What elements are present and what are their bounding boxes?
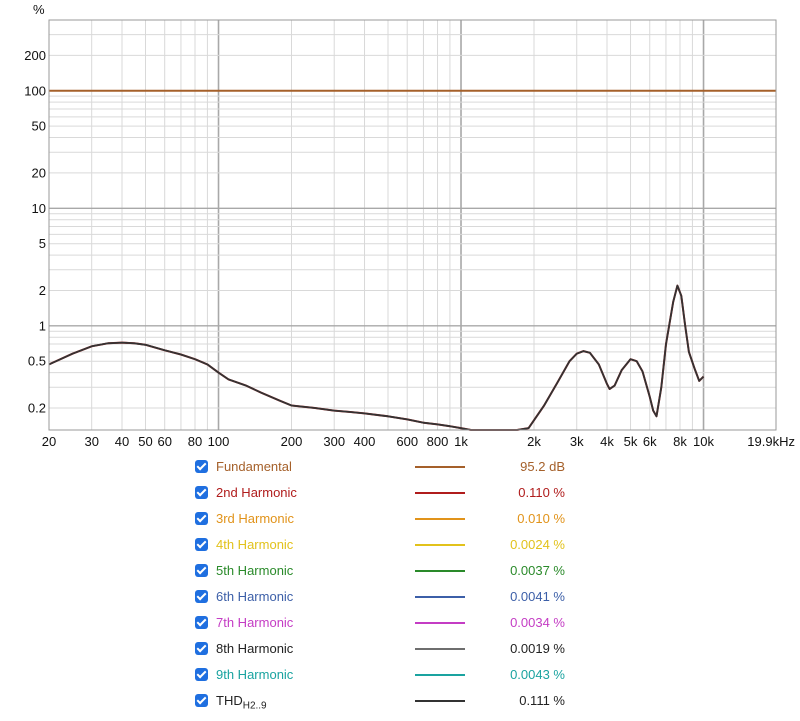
- legend-value: 0.0037 %: [510, 563, 565, 578]
- y-tick-label: 2: [39, 283, 46, 298]
- legend-swatch: [415, 648, 465, 650]
- y-tick-label: 50: [32, 119, 46, 134]
- legend-value: 0.010 %: [517, 511, 565, 526]
- y-tick-label: 1: [39, 318, 46, 333]
- legend-checkbox[interactable]: [195, 642, 208, 655]
- x-tick-label: 60: [157, 434, 171, 449]
- y-tick-label: 10: [32, 201, 46, 216]
- legend-label: 3rd Harmonic: [216, 511, 295, 526]
- legend-value: 0.110 %: [518, 485, 565, 500]
- legend-item-5th-harmonic: 5th Harmonic 0.0037 %: [195, 560, 615, 586]
- legend-label: 2nd Harmonic: [216, 485, 297, 500]
- legend-label: 5th Harmonic: [216, 563, 294, 578]
- legend-label: 4th Harmonic: [216, 537, 294, 552]
- x-tick-label: 1k: [454, 434, 468, 449]
- x-tick-label: 80: [188, 434, 202, 449]
- y-tick-label: 0.2: [28, 401, 46, 416]
- y-tick-label: 100: [24, 83, 46, 98]
- legend-value: 0.0041 %: [510, 589, 565, 604]
- x-tick-label: 4k: [600, 434, 614, 449]
- legend-item-9th-harmonic: 9th Harmonic 0.0043 %: [195, 664, 615, 690]
- legend-checkbox[interactable]: [195, 486, 208, 499]
- legend-checkbox[interactable]: [195, 668, 208, 681]
- x-tick-label: 50: [138, 434, 152, 449]
- y-tick-label: 0.5: [28, 354, 46, 369]
- x-tick-label: 10k: [693, 434, 714, 449]
- legend-label: 6th Harmonic: [216, 589, 294, 604]
- x-tick-label: 300: [323, 434, 345, 449]
- legend-value: 0.0043 %: [510, 667, 565, 682]
- legend: Fundamental 95.2 dB 2nd Harmonic 0.110 % 3rd…: [195, 456, 615, 716]
- legend-checkbox[interactable]: [195, 616, 208, 629]
- x-tick-label: 100: [208, 434, 230, 449]
- y-tick-label: 200: [24, 48, 46, 63]
- legend-label: 9th Harmonic: [216, 667, 294, 682]
- legend-checkbox[interactable]: [195, 460, 208, 473]
- legend-swatch: [415, 700, 465, 702]
- x-tick-label: 40: [115, 434, 129, 449]
- y-unit-label: %: [33, 2, 45, 17]
- x-tick-label: 3k: [570, 434, 584, 449]
- x-tick-labels: 20 30 40 50 60 80 100 200 300 400 600 800 1k 2k 3k 4k 5k…: [42, 434, 795, 449]
- x-tick-label: 2k: [527, 434, 541, 449]
- x-tick-label: 800: [427, 434, 449, 449]
- legend-item-8th-harmonic: 8th Harmonic 0.0019 %: [195, 638, 615, 664]
- legend-label: 7th Harmonic: [216, 615, 294, 630]
- legend-swatch: [415, 674, 465, 676]
- legend-label: 8th Harmonic: [216, 641, 294, 656]
- legend-swatch: [415, 570, 465, 572]
- legend-swatch: [415, 544, 465, 546]
- legend-checkbox[interactable]: [195, 564, 208, 577]
- legend-item-7th-harmonic: 7th Harmonic 0.0034 %: [195, 612, 615, 638]
- y-tick-label: 5: [39, 236, 46, 251]
- legend-value: 0.0019 %: [510, 641, 565, 656]
- legend-item-4th-harmonic: 4th Harmonic 0.0024 %: [195, 534, 615, 560]
- legend-checkbox[interactable]: [195, 694, 208, 707]
- legend-swatch: [415, 596, 465, 598]
- x-tick-label: 19.9kHz: [747, 434, 795, 449]
- x-tick-label: 600: [396, 434, 418, 449]
- legend-value: 0.0034 %: [510, 615, 565, 630]
- x-tick-label: 6k: [643, 434, 657, 449]
- legend-item-6th-harmonic: 6th Harmonic 0.0041 %: [195, 586, 615, 612]
- plot-grid: [48, 19, 776, 430]
- x-tick-label: 5k: [624, 434, 638, 449]
- legend-label: THDH2..9: [216, 693, 267, 712]
- legend-swatch: [415, 466, 465, 468]
- x-tick-label: 200: [281, 434, 303, 449]
- legend-value: 0.111 %: [519, 693, 565, 708]
- x-tick-label: 30: [84, 434, 98, 449]
- plot-series: [48, 89, 776, 431]
- x-tick-label: 20: [42, 434, 56, 449]
- legend-swatch: [415, 622, 465, 624]
- legend-item-3rd-harmonic: 3rd Harmonic 0.010 %: [195, 508, 615, 534]
- legend-swatch: [415, 492, 465, 494]
- x-tick-label: 400: [354, 434, 376, 449]
- plot-frame: [48, 19, 777, 431]
- legend-label: Fundamental: [216, 459, 292, 474]
- legend-checkbox[interactable]: [195, 590, 208, 603]
- y-tick-label: 20: [32, 165, 46, 180]
- legend-item-2nd-harmonic: 2nd Harmonic 0.110 %: [195, 482, 615, 508]
- legend-value: 95.2 dB: [520, 459, 565, 474]
- x-tick-label: 8k: [673, 434, 687, 449]
- y-tick-labels: 200 100 50 20 10 5 2 1 0.5 0.2: [24, 48, 46, 416]
- harmonic-distortion-chart: % 2001005020105210.50.2 20 30 40 50 60 80 100 2…: [24, 2, 795, 449]
- legend-checkbox[interactable]: [195, 512, 208, 525]
- legend-swatch: [415, 518, 465, 520]
- legend-item-thd: THDH2..9 0.111 %: [195, 690, 615, 716]
- legend-item-fundamental: Fundamental 95.2 dB: [195, 456, 615, 482]
- legend-value: 0.0024 %: [510, 537, 565, 552]
- legend-checkbox[interactable]: [195, 538, 208, 551]
